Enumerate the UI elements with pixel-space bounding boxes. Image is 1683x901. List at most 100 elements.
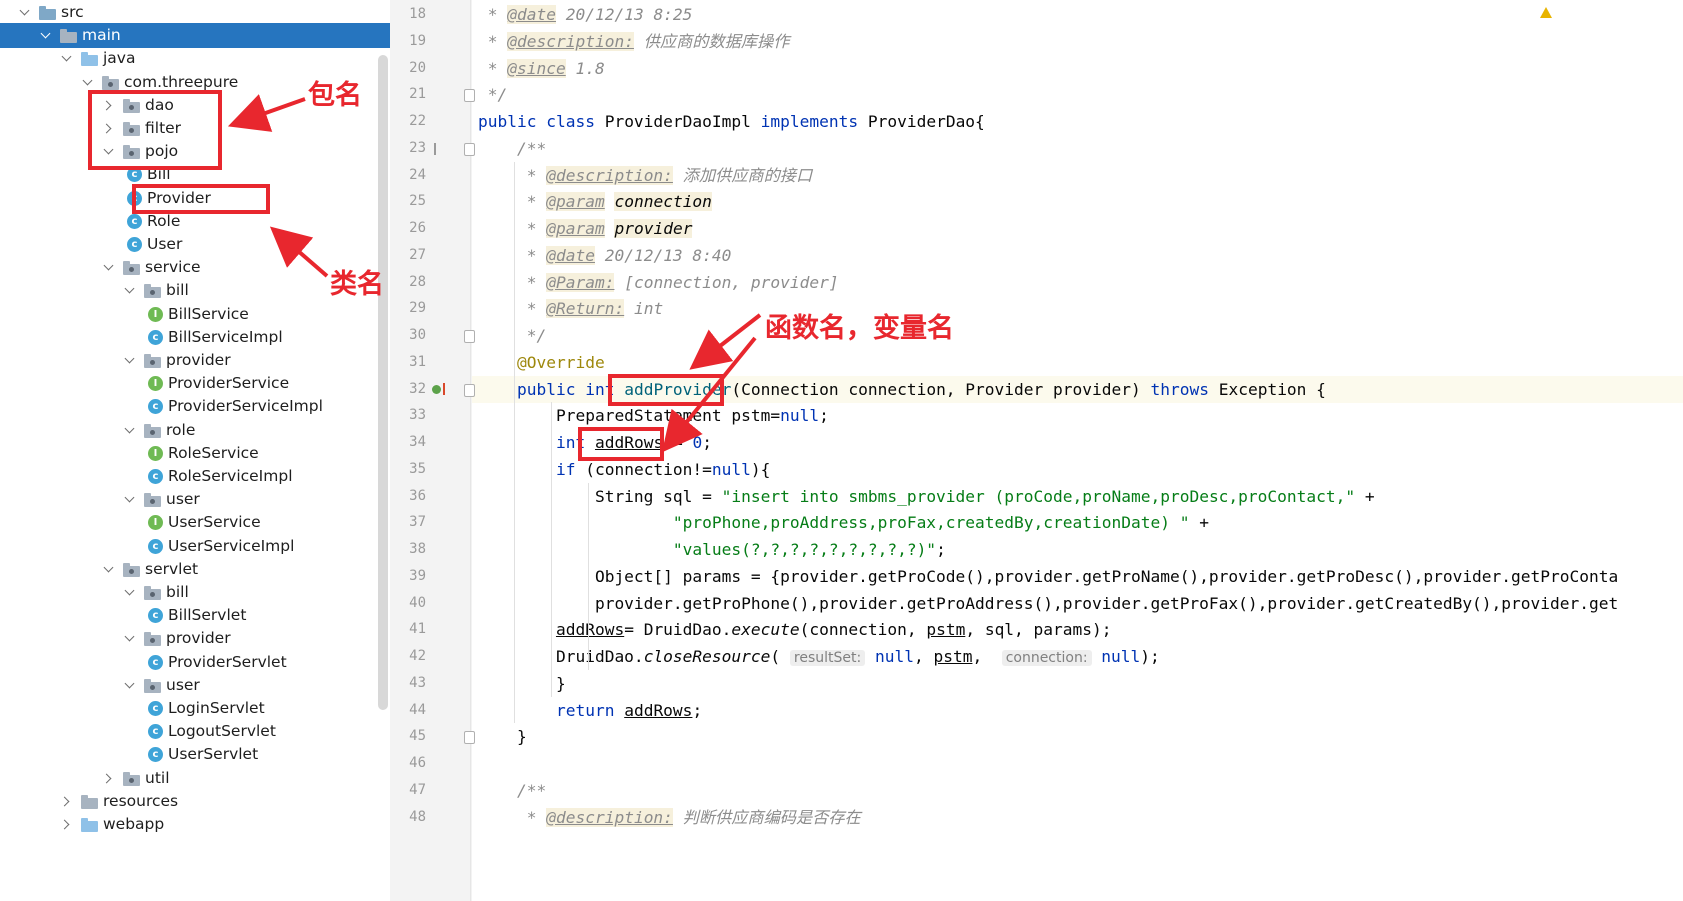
tree-row[interactable]: c Provider — [0, 186, 390, 211]
tree-row[interactable]: service — [0, 255, 390, 280]
tree-row[interactable]: util — [0, 766, 390, 791]
code-line[interactable]: String sql = "insert into smbms_provider… — [478, 483, 1375, 510]
code-line[interactable]: @Override — [478, 349, 605, 376]
chevron-right-icon[interactable] — [60, 789, 74, 814]
tree-row[interactable]: filter — [0, 116, 390, 141]
fold-marker-icon[interactable] — [464, 89, 475, 103]
code-line[interactable]: PreparedStatement pstm=null; — [478, 402, 829, 429]
tree-row[interactable]: servlet — [0, 557, 390, 582]
chevron-down-icon[interactable] — [60, 46, 74, 71]
code-line[interactable]: * @since 1.8 — [478, 55, 605, 82]
code-line[interactable]: "values(?,?,?,?,?,?,?,?,?)"; — [478, 536, 946, 563]
chevron-down-icon[interactable] — [123, 673, 137, 698]
tree-row[interactable]: src — [0, 0, 390, 25]
tree-row[interactable]: c Bill — [0, 162, 390, 187]
tree-row[interactable]: c User — [0, 232, 390, 257]
chevron-right-icon[interactable] — [60, 812, 74, 837]
chevron-down-icon[interactable] — [123, 626, 137, 651]
fold-marker-icon[interactable] — [464, 330, 475, 343]
tree-row[interactable]: c UserServiceImpl — [0, 534, 390, 559]
tree-row[interactable]: role — [0, 418, 390, 443]
code-line[interactable]: return addRows; — [478, 697, 702, 724]
tree-row[interactable]: webapp — [0, 812, 390, 837]
code-line[interactable]: } — [478, 723, 527, 750]
chevron-right-icon[interactable] — [102, 93, 116, 118]
tree-row[interactable]: c LoginServlet — [0, 696, 390, 721]
code-line[interactable]: /** — [478, 135, 546, 162]
tree-row[interactable]: dao — [0, 93, 390, 118]
tree-row[interactable]: I ProviderService — [0, 371, 390, 396]
class-icon: c — [148, 538, 163, 554]
tree-row[interactable]: com.threepure — [0, 70, 390, 95]
chevron-down-icon[interactable] — [39, 23, 53, 48]
chevron-down-icon[interactable] — [123, 348, 137, 373]
chevron-down-icon[interactable] — [18, 0, 32, 25]
override-gutter-icon[interactable] — [432, 384, 441, 394]
chevron-down-icon[interactable] — [123, 278, 137, 303]
chevron-down-icon[interactable] — [102, 557, 116, 582]
chevron-right-icon[interactable] — [102, 766, 116, 791]
code-line[interactable]: } — [478, 670, 566, 697]
tree-row[interactable]: c RoleServiceImpl — [0, 464, 390, 489]
tree-row[interactable]: pojo — [0, 139, 390, 164]
fold-marker-icon[interactable] — [464, 383, 475, 397]
tree-row[interactable]: I BillService — [0, 302, 390, 327]
tree-row[interactable]: user — [0, 673, 390, 698]
chevron-down-icon[interactable] — [123, 580, 137, 605]
warning-icon[interactable] — [1540, 7, 1552, 18]
package-icon — [122, 255, 141, 280]
tree-row[interactable]: user — [0, 487, 390, 512]
code-line[interactable]: public int addProvider(Connection connec… — [478, 376, 1326, 403]
tree-row[interactable]: java — [0, 46, 390, 71]
tree-row[interactable]: I RoleService — [0, 441, 390, 466]
code-line[interactable]: * @description: 添加供应商的接口 — [478, 162, 812, 189]
tree-row[interactable]: c BillServiceImpl — [0, 325, 390, 350]
chevron-down-icon[interactable] — [102, 139, 116, 164]
tree-row[interactable]: c Role — [0, 209, 390, 234]
code-line[interactable]: /** — [478, 777, 546, 804]
code-line[interactable]: DruidDao.closeResource( resultSet: null,… — [478, 643, 1160, 670]
code-line[interactable]: * @Param: [connection, provider] — [478, 269, 839, 296]
code-line[interactable]: * @date 20/12/13 8:25 — [478, 1, 692, 28]
tree-row[interactable]: c LogoutServlet — [0, 719, 390, 744]
folder-icon — [80, 46, 99, 71]
doc-comment-icon[interactable] — [434, 142, 448, 155]
code-line[interactable]: * @Return: int — [478, 295, 663, 322]
code-line[interactable]: */ — [478, 322, 547, 349]
tree-row[interactable]: c BillServlet — [0, 603, 390, 628]
line-number: 43 — [409, 674, 426, 691]
tree-row[interactable]: provider — [0, 348, 390, 373]
tree-row[interactable]: c UserServlet — [0, 742, 390, 767]
chevron-right-icon[interactable] — [102, 116, 116, 141]
code-line[interactable]: * @description: 供应商的数据库操作 — [478, 28, 789, 55]
tree-row[interactable]: resources — [0, 789, 390, 814]
tree-row-label: user — [166, 490, 200, 509]
tree-row[interactable]: provider — [0, 626, 390, 651]
code-line[interactable]: if (connection!=null){ — [478, 456, 770, 483]
tree-row[interactable]: main — [0, 23, 390, 49]
tree-row[interactable]: c ProviderServiceImpl — [0, 394, 390, 419]
package-dot — [150, 592, 155, 597]
tree-row[interactable]: bill — [0, 278, 390, 303]
project-tree-scrollbar[interactable] — [378, 55, 388, 710]
fold-marker-icon[interactable] — [464, 142, 475, 156]
code-line[interactable]: public class ProviderDaoImpl implements … — [478, 108, 985, 135]
tree-row[interactable]: I UserService — [0, 510, 390, 535]
chevron-down-icon[interactable] — [123, 418, 137, 443]
code-line[interactable]: provider.getProPhone(),provider.getProAd… — [478, 590, 1618, 617]
tree-row-label: LogoutServlet — [168, 722, 276, 741]
chevron-down-icon[interactable] — [81, 70, 95, 95]
code-line[interactable]: Object[] params = {provider.getProCode()… — [478, 563, 1618, 590]
code-line[interactable]: addRows= DruidDao.execute(connection, ps… — [478, 616, 1112, 643]
chevron-down-icon[interactable] — [102, 255, 116, 280]
code-line[interactable]: * @description: 判断供应商编码是否存在 — [478, 804, 861, 831]
fold-marker-icon[interactable] — [464, 731, 475, 745]
chevron-down-icon[interactable] — [123, 487, 137, 512]
code-line[interactable]: * @param provider — [478, 215, 693, 242]
tree-row[interactable]: bill — [0, 580, 390, 605]
tree-row[interactable]: c ProviderServlet — [0, 650, 390, 675]
code-line[interactable]: */ — [478, 81, 508, 108]
code-line[interactable]: * @date 20/12/13 8:40 — [478, 242, 731, 269]
code-editor[interactable]: 18 * @date 20/12/13 8:25 19 * @descriptio… — [390, 0, 1683, 901]
package-icon — [122, 93, 141, 118]
